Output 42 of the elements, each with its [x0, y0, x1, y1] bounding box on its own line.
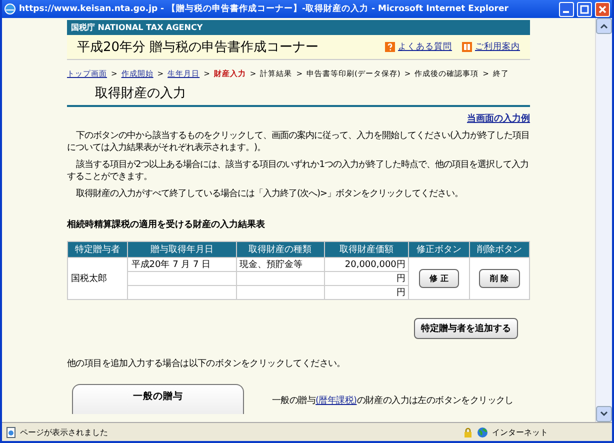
table-cell: 国税太郎	[68, 258, 128, 300]
window-title: https://www.keisan.nta.go.jp - 【贈与税の申告書作成コーナー】-取得財産の入力 - Microsoft Internet Explorer	[19, 3, 510, 15]
agency-banner: 国税庁 NATIONAL TAX AGENCY	[67, 20, 530, 35]
globe-icon	[477, 426, 488, 438]
table-cell: 円	[396, 288, 406, 298]
column-header: 削除ボタン	[469, 242, 530, 258]
status-message: ページが表示されました	[20, 426, 109, 438]
description-text: の財産の入力は左のボタンをクリックし	[356, 396, 514, 406]
minimize-icon[interactable]	[559, 2, 574, 16]
help-icon	[385, 42, 395, 52]
edit-button[interactable]: 修 正	[418, 269, 460, 288]
general-gift-button[interactable]: 一般の贈与	[72, 384, 244, 414]
maximize-icon[interactable]	[577, 2, 592, 16]
column-header: 取得財産の種類	[236, 242, 324, 258]
calendar-year-link[interactable]: (暦年課税)	[316, 396, 357, 406]
add-giver-button[interactable]: 特定贈与者を追加する	[414, 318, 518, 339]
column-header: 修正ボタン	[408, 242, 470, 258]
table-title: 相続時精算課税の適用を受ける財産の入力結果表	[67, 218, 266, 231]
header-link[interactable]: よくある質問	[398, 41, 452, 53]
table-cell: 円	[396, 274, 406, 284]
scroll-down-icon[interactable]	[596, 406, 612, 422]
delete-button[interactable]: 削 除	[478, 269, 520, 288]
scroll-up-icon[interactable]	[596, 18, 612, 34]
security-zone: インターネット	[492, 426, 548, 438]
site-title: 平成20年分 贈与税の申告書作成コーナー	[77, 39, 320, 56]
example-link[interactable]: 当画面の入力例	[467, 112, 530, 125]
table-cell: 20,000,000円	[344, 260, 406, 270]
page-heading: 取得財産の入力	[67, 79, 530, 107]
header-link[interactable]: ご利用案内	[475, 41, 520, 53]
book-icon	[462, 42, 472, 52]
instruction-text: 下のボタンの中から該当するものをクリックして、画面の案内に従って、入力を開始してください(入力が終了した項目については入力結果表がそれぞれ表示されます。)。	[67, 130, 530, 154]
lock-icon	[463, 426, 473, 438]
instruction-text: 該当する項目が2つ以上ある場合には、該当する項目のいずれか1つの入力が終了した時点で、他の項目を選択して入力することができます。	[67, 159, 530, 183]
column-header: 取得財産価額	[324, 242, 409, 258]
description-text: 一般の贈与	[272, 396, 316, 406]
column-header: 贈与取得年月日	[128, 242, 236, 258]
instruction-text: 取得財産の入力がすべて終了している場合には「入力終了(次へ)>」ボタンをクリックしてください。	[75, 188, 464, 200]
table-cell: 平成20年 7 月 7 日	[131, 260, 211, 270]
column-header: 特定贈与者	[68, 242, 128, 258]
close-icon[interactable]	[595, 2, 610, 16]
instruction-text: 他の項目を追加入力する場合は以下のボタンをクリックしてください。	[67, 358, 346, 370]
table-cell: 現金、預貯金等	[240, 260, 303, 270]
